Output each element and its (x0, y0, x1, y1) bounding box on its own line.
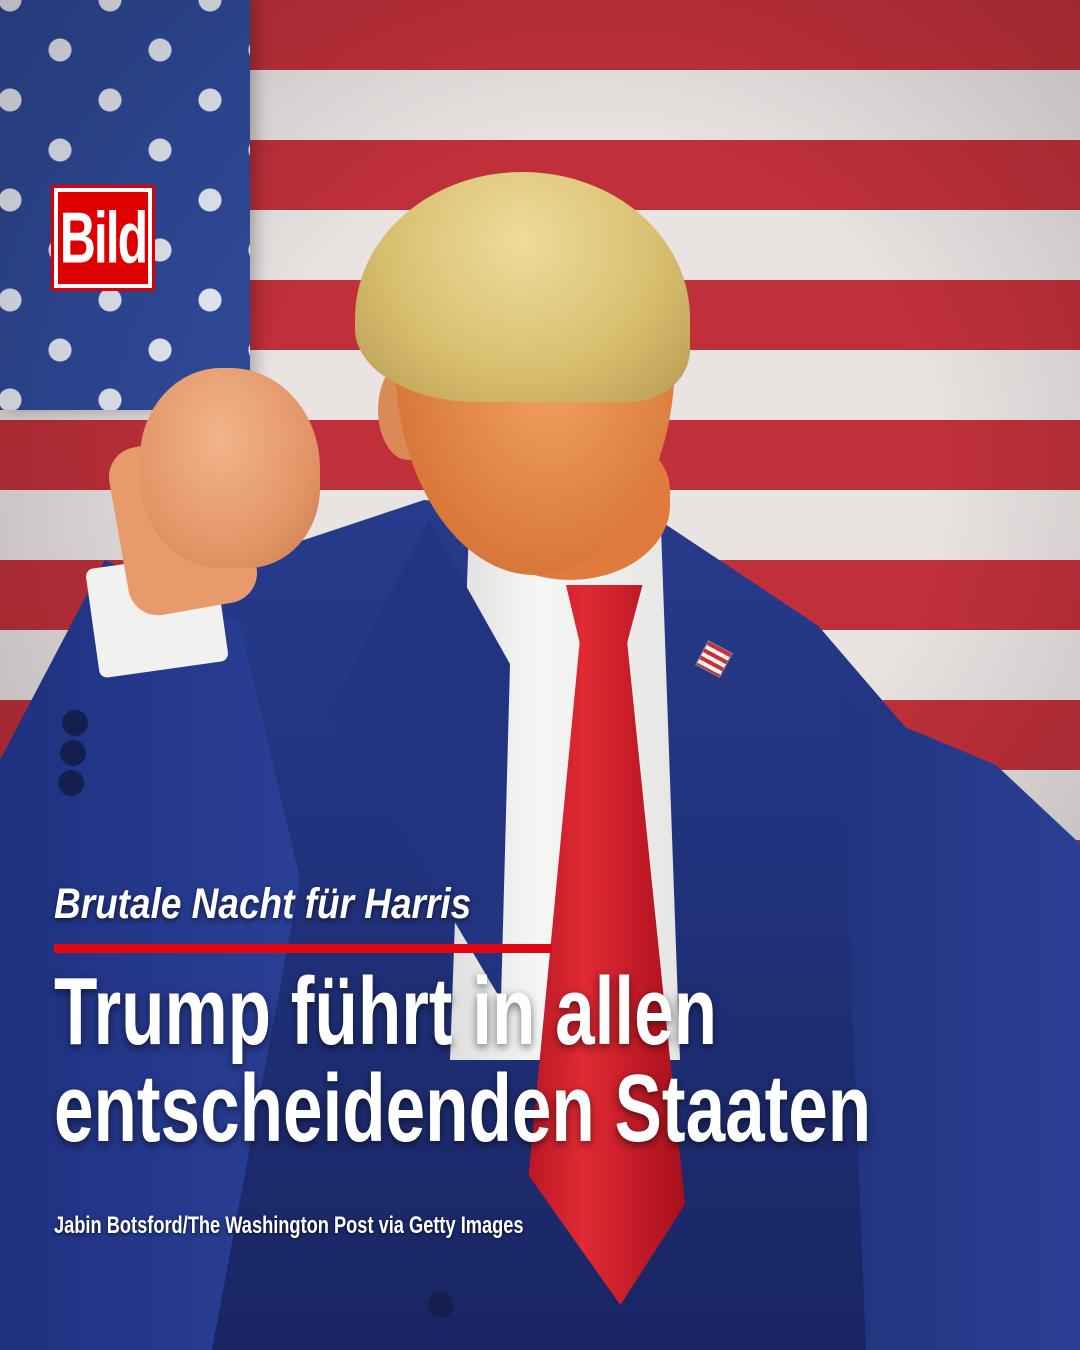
sleeve-button (62, 710, 88, 736)
sleeve-button (58, 770, 84, 796)
jacket-button (428, 1292, 454, 1318)
headline: Trump führt in allen entscheidenden Staa… (54, 963, 942, 1157)
sleeve-button (60, 740, 86, 766)
hair (355, 172, 690, 402)
bild-logo: Bild (51, 185, 155, 291)
bild-post: Bild Brutale Nacht für Harris Trump führ… (0, 0, 1080, 1350)
raised-fist (140, 368, 320, 568)
headline-line-1: Trump führt in allen (54, 958, 718, 1065)
bild-logo-text: Bild (59, 197, 148, 279)
red-divider-rule (54, 944, 552, 953)
kicker-text: Brutale Nacht für Harris (54, 880, 472, 928)
headline-line-2: entscheidenden Staaten (54, 1055, 872, 1162)
photo-credit: Jabin Botsford/The Washington Post via G… (54, 1212, 524, 1239)
